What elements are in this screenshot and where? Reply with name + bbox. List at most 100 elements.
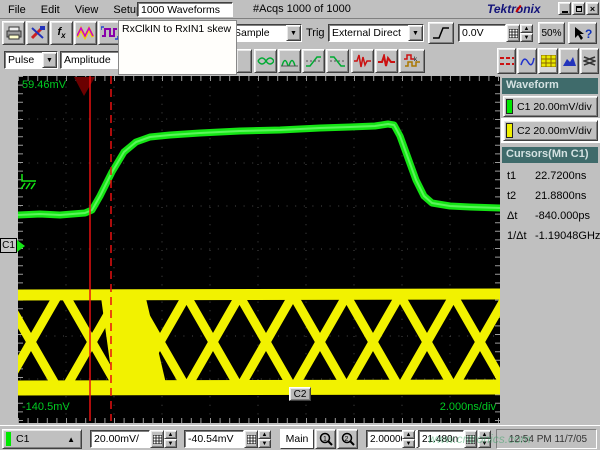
cursor-freq-value: -1.19048GHz — [535, 230, 600, 242]
minimize-button[interactable] — [558, 2, 571, 15]
chevron-down-icon[interactable]: ▼ — [286, 25, 301, 41]
keypad-icon — [153, 435, 162, 444]
cursors-panel-header: Cursors(Mn C1) — [502, 147, 598, 163]
partial-button[interactable] — [236, 49, 252, 73]
spin-down-icon[interactable]: ▼ — [402, 439, 415, 448]
math-button[interactable]: fx — [50, 21, 73, 45]
rising-edge-icon — [432, 26, 450, 40]
burst-icon — [354, 54, 371, 68]
toolbox-button[interactable] — [26, 21, 49, 45]
fall-slope-icon — [329, 54, 346, 68]
spin-down-icon[interactable]: ▼ — [258, 439, 271, 448]
cursor-t1-label: t1 — [507, 170, 516, 182]
fall-time-button[interactable] — [326, 49, 349, 73]
vertical-scale-spinner[interactable]: ▲ ▼ — [164, 430, 177, 448]
spin-up-icon[interactable]: ▲ — [258, 430, 271, 439]
c1-marker-badge[interactable]: C1 — [0, 238, 17, 253]
c1-marker-arrow-icon — [17, 240, 25, 252]
spin-down-icon[interactable]: ▼ — [164, 439, 177, 448]
vertical-position-field[interactable]: -40.54mV — [184, 430, 244, 448]
trig-level-field[interactable]: 0.0V — [458, 24, 506, 42]
acqs-count: #Acqs 1000 of 1000 — [253, 3, 351, 15]
amplitude-meas-button[interactable] — [278, 49, 301, 73]
restore-button[interactable] — [572, 2, 585, 15]
spin-up-icon[interactable]: ▲ — [478, 430, 491, 439]
restore-icon — [576, 6, 582, 12]
waveform-style-button[interactable] — [517, 48, 537, 74]
keypad-button[interactable] — [150, 430, 164, 448]
timebase-spinner[interactable]: ▲ ▼ — [402, 430, 415, 448]
zoom2-button[interactable]: 2 — [337, 429, 358, 449]
spin-down-icon[interactable]: ▼ — [478, 439, 491, 448]
cursor-lines-icon — [500, 55, 514, 67]
svg-text:1: 1 — [323, 436, 327, 443]
graticule-style-button[interactable] — [538, 48, 558, 74]
trigger-marker-icon[interactable] — [74, 77, 95, 96]
svg-text:?: ? — [585, 27, 592, 41]
graticule-icon — [541, 55, 556, 67]
cursor-freq-label: 1/Δt — [507, 230, 527, 242]
menu-edit[interactable]: Edit — [41, 2, 60, 18]
oscilloscope-window: File Edit View Setup Utilities Help 1000… — [0, 0, 600, 450]
vertical-position-spinner[interactable]: ▲ ▼ — [258, 430, 271, 448]
menu-file[interactable]: File — [8, 2, 26, 18]
chevron-down-icon[interactable]: ▼ — [408, 25, 423, 41]
spin-up-icon[interactable]: ▲ — [164, 430, 177, 439]
keypad-button[interactable] — [506, 24, 520, 42]
zoom1-button[interactable]: 1 — [315, 429, 336, 449]
waveform-display-button[interactable] — [74, 21, 97, 45]
horizontal-delay-spinner[interactable]: ▲ ▼ — [478, 430, 491, 448]
channel-select-button[interactable]: C1 ▲ — [2, 429, 82, 449]
trig-level-spinner[interactable]: ▲ ▼ — [520, 24, 533, 42]
vertical-scale-field[interactable]: 20.00mV/ — [90, 430, 150, 448]
histogram-button[interactable] — [559, 48, 579, 74]
cursor-dt-label: Δt — [507, 210, 517, 222]
tooltip: RxClkIN to RxIN1 skew — [118, 20, 237, 75]
cursors-button[interactable] — [497, 48, 516, 74]
jitter-icon: k — [403, 54, 422, 69]
chevron-down-icon[interactable]: ▼ — [42, 52, 57, 68]
keypad-button[interactable] — [464, 430, 477, 448]
rise-time-button[interactable] — [302, 49, 325, 73]
burst-width-button[interactable] — [351, 49, 374, 73]
trig-position-button[interactable]: 50% — [538, 22, 565, 44]
minimize-icon — [562, 11, 568, 13]
close-button[interactable]: × — [586, 2, 599, 15]
printer-icon — [6, 26, 22, 40]
jitter-button[interactable]: k — [399, 49, 425, 73]
channel-c2-button[interactable]: C2 20.00mV/div — [503, 120, 598, 141]
close-icon: × — [590, 4, 595, 14]
spin-down-icon[interactable]: ▼ — [520, 33, 533, 42]
color-wave-icon — [77, 26, 94, 40]
print-button[interactable] — [2, 21, 25, 45]
glitch-button[interactable] — [375, 49, 398, 73]
spin-up-icon[interactable]: ▲ — [520, 24, 533, 33]
context-help-button[interactable]: ? — [568, 22, 597, 44]
meas-category-select[interactable]: Pulse ▼ — [4, 51, 58, 69]
acq-mode-select[interactable]: Sample ▼ — [228, 24, 302, 42]
chevron-up-icon: ▲ — [67, 435, 75, 444]
magnifier-2-icon: 2 — [341, 432, 355, 446]
timebase-scale-label: 2.000ns/div — [440, 401, 497, 413]
trig-source-select[interactable]: External Direct ▼ — [328, 24, 424, 42]
spin-up-icon[interactable]: ▲ — [402, 430, 415, 439]
glitch-icon — [378, 54, 395, 68]
cursor-t2-value: 21.8800ns — [535, 190, 586, 202]
ch1-top-scale-label: 59.46mV — [22, 79, 67, 91]
trig-slope-button[interactable] — [428, 22, 454, 44]
c2-marker-badge[interactable]: C2 — [289, 387, 311, 401]
eye-width-button[interactable] — [254, 49, 277, 73]
eye-diagram-icon — [257, 54, 274, 68]
mask-test-button[interactable] — [580, 48, 599, 74]
toolbar-acquisition: fx Sample ▼ Trig External Direct ▼ 0.0V … — [0, 19, 600, 47]
channel-c1-button[interactable]: C1 20.00mV/div — [503, 96, 598, 117]
trig-source-value: External Direct — [332, 27, 401, 39]
graticule[interactable]: 59.46mV -140.5mV 2.000ns/div C2 — [18, 76, 500, 423]
magnifier-1-icon: 1 — [319, 432, 333, 446]
keypad-button[interactable] — [244, 430, 258, 448]
menu-view[interactable]: View — [75, 2, 99, 18]
toolbar-measure: Pulse ▼ Amplitude k — [0, 47, 600, 76]
main-timebase-button[interactable]: Main — [280, 429, 314, 449]
horizontal-delay-field[interactable]: 21.480n — [418, 430, 464, 448]
histogram-icon — [562, 55, 577, 67]
